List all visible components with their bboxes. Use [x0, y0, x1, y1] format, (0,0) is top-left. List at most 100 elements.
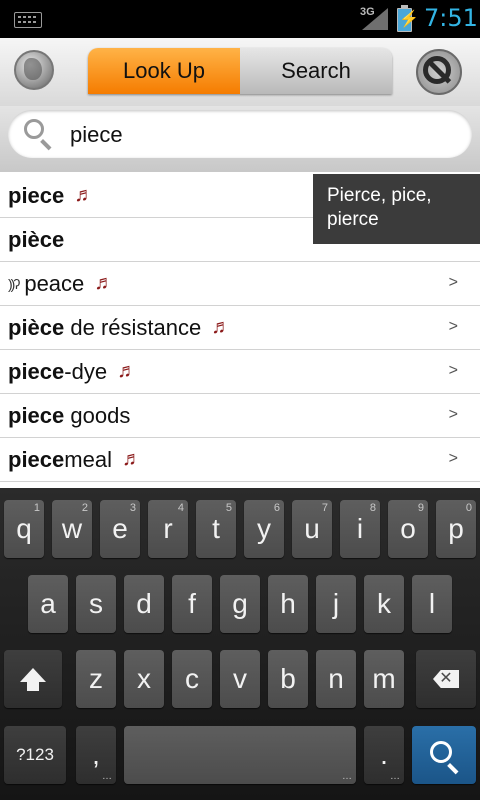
spelling-suggestion-tooltip[interactable]: Pierce, pice, pierce: [313, 174, 480, 244]
key-label: e: [112, 513, 128, 544]
key-k[interactable]: k: [364, 575, 404, 633]
key-n[interactable]: n: [316, 650, 356, 708]
key-j[interactable]: j: [316, 575, 356, 633]
list-item[interactable]: ))ʔ peace ♬ >: [0, 262, 480, 306]
key-hint: 0: [465, 502, 472, 514]
tab-look-up[interactable]: Look Up: [88, 48, 240, 94]
key-t[interactable]: t5: [196, 500, 236, 558]
key-hint: 5: [225, 502, 232, 514]
key-o[interactable]: o9: [388, 500, 428, 558]
key-h[interactable]: h: [268, 575, 308, 633]
entry-headword: pièce: [8, 314, 65, 340]
status-bar: 3G ⚡ 7:51: [0, 0, 480, 38]
audio-note-icon[interactable]: ♬: [117, 360, 137, 383]
search-box: [8, 110, 472, 158]
key-label: q: [16, 513, 32, 544]
shift-icon: [20, 668, 46, 691]
block-icon[interactable]: [416, 49, 462, 95]
backspace-icon: ✕: [433, 670, 459, 688]
list-item[interactable]: piece -dye ♬ >: [0, 350, 480, 394]
entry-text: peace: [24, 270, 85, 296]
list-item[interactable]: piece meal ♬ >: [0, 438, 480, 482]
key-g[interactable]: g: [220, 575, 260, 633]
entry-text: meal: [64, 446, 112, 472]
key-y[interactable]: y6: [244, 500, 284, 558]
search-icon: [24, 119, 44, 139]
key-s[interactable]: s: [76, 575, 116, 633]
key-b[interactable]: b: [268, 650, 308, 708]
key-hint: …: [390, 771, 400, 782]
key-hint: 9: [417, 502, 424, 514]
key-hint: 3: [129, 502, 136, 514]
key-label: u: [304, 513, 320, 544]
shift-key[interactable]: [4, 650, 62, 708]
entry-headword: piece: [8, 446, 65, 472]
audio-note-icon[interactable]: ♬: [211, 316, 231, 339]
key-x[interactable]: x: [124, 650, 164, 708]
entry-headword: piece: [8, 402, 65, 428]
network-type: 3G: [360, 6, 375, 18]
hearing-icon: ))ʔ: [8, 275, 20, 292]
chevron-right-icon: >: [448, 450, 458, 467]
key-m[interactable]: m: [364, 650, 404, 708]
key-u[interactable]: u7: [292, 500, 332, 558]
search-bar: [0, 106, 480, 172]
key-l[interactable]: l: [412, 575, 452, 633]
mode-tabs: Look Up Search: [88, 48, 392, 94]
key-w[interactable]: w2: [52, 500, 92, 558]
key-label: r: [163, 513, 173, 544]
key-hint: 4: [177, 502, 184, 514]
key-c[interactable]: c: [172, 650, 212, 708]
key-label: i: [356, 513, 364, 544]
key-hint: 7: [321, 502, 328, 514]
key-z[interactable]: z: [76, 650, 116, 708]
audio-note-icon[interactable]: ♬: [122, 448, 142, 471]
period-key[interactable]: .…: [364, 726, 404, 784]
key-label: .: [380, 739, 388, 770]
key-p[interactable]: p0: [436, 500, 476, 558]
chevron-right-icon: >: [448, 318, 458, 335]
key-i[interactable]: i8: [340, 500, 380, 558]
audio-note-icon[interactable]: ♬: [74, 184, 94, 207]
key-d[interactable]: d: [124, 575, 164, 633]
key-hint: 6: [273, 502, 280, 514]
space-key[interactable]: …: [124, 726, 356, 784]
list-item[interactable]: piece goods >: [0, 394, 480, 438]
key-label: p: [448, 513, 464, 544]
symbols-key[interactable]: ?123: [4, 726, 66, 784]
tab-search[interactable]: Search: [240, 48, 392, 94]
key-f[interactable]: f: [172, 575, 212, 633]
key-a[interactable]: a: [28, 575, 68, 633]
key-e[interactable]: e3: [100, 500, 140, 558]
search-input[interactable]: [68, 118, 452, 152]
key-hint: …: [102, 771, 112, 782]
audio-note-icon[interactable]: ♬: [94, 272, 114, 295]
comma-key[interactable]: ,…: [76, 726, 116, 784]
list-item[interactable]: pièce de résistance ♬ >: [0, 306, 480, 350]
key-q[interactable]: q1: [4, 500, 44, 558]
globe-icon[interactable]: [14, 50, 54, 90]
key-r[interactable]: r4: [148, 500, 188, 558]
key-label: y: [257, 513, 271, 544]
backspace-key[interactable]: ✕: [416, 650, 476, 708]
soft-keyboard: q1 w2 e3 r4 t5 y6 u7 i8 o9 p0 a s d f g …: [0, 488, 480, 800]
chevron-right-icon: >: [448, 406, 458, 423]
key-label: ,: [92, 739, 100, 770]
search-icon: [430, 741, 452, 763]
key-label: o: [400, 513, 416, 544]
key-label: t: [212, 513, 220, 544]
entry-headword: piece: [8, 358, 65, 384]
key-label: w: [61, 513, 83, 544]
keyboard-notification-icon: [14, 12, 42, 28]
entry-headword: piece: [8, 182, 65, 208]
key-v[interactable]: v: [220, 650, 260, 708]
search-key[interactable]: [412, 726, 476, 784]
status-clock: 7:51: [424, 4, 478, 32]
key-hint: 1: [33, 502, 40, 514]
key-hint: 2: [81, 502, 88, 514]
entry-text: de résistance: [64, 314, 202, 340]
key-hint: 8: [369, 502, 376, 514]
entry-text: -dye: [64, 358, 108, 384]
chevron-right-icon: >: [448, 362, 458, 379]
chevron-right-icon: >: [448, 274, 458, 291]
